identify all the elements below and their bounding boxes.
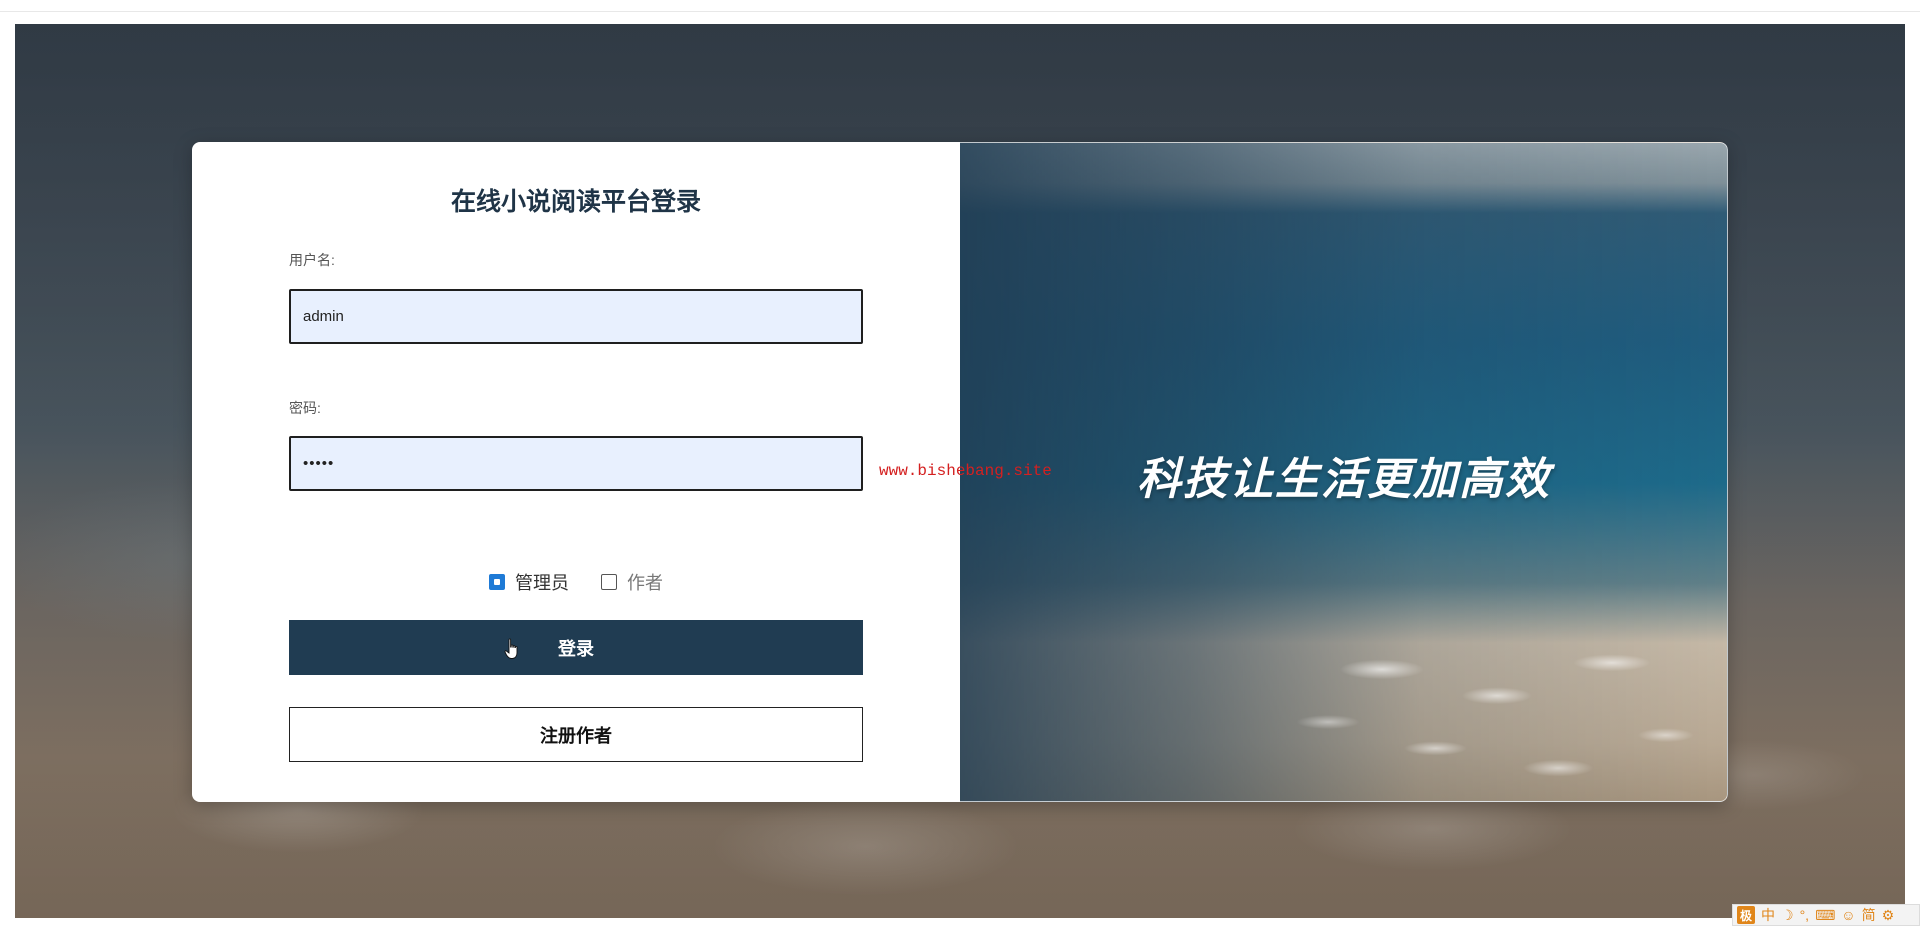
keyboard-icon[interactable]: ⌨: [1815, 907, 1835, 924]
login-panel: 在线小说阅读平台登录 用户名: 密码: 管理员 作者 登录 注册作者: [192, 142, 960, 802]
author-checkbox[interactable]: [601, 574, 617, 590]
ime-chinese-mode[interactable]: 中: [1761, 905, 1775, 925]
role-author[interactable]: 作者: [601, 569, 663, 595]
role-admin[interactable]: 管理员: [489, 569, 569, 595]
gear-icon[interactable]: ⚙: [1882, 907, 1895, 924]
emoji-icon[interactable]: ☺: [1841, 907, 1855, 923]
password-label: 密码:: [289, 400, 321, 416]
hand-cursor-icon: [504, 638, 518, 659]
admin-checkbox[interactable]: [489, 574, 505, 590]
login-button[interactable]: 登录: [289, 620, 863, 675]
watermark-text: www.bishebang.site: [879, 462, 1052, 480]
page-title: 在线小说阅读平台登录: [450, 188, 701, 216]
role-selector: 管理员 作者: [192, 567, 960, 597]
ime-toolbar: 极 中 ☽ °, ⌨ ☺ 简 ⚙: [1732, 904, 1920, 926]
password-input[interactable]: [289, 436, 863, 491]
banner-image: 科技让生活更加高效: [960, 142, 1728, 802]
ime-simplified-mode[interactable]: 简: [1862, 905, 1876, 925]
ime-logo-icon[interactable]: 极: [1737, 906, 1755, 924]
punctuation-icon[interactable]: °,: [1800, 907, 1810, 923]
username-input[interactable]: [289, 289, 863, 344]
role-author-label: 作者: [627, 573, 663, 593]
banner-slogan: 科技让生活更加高效: [1137, 455, 1551, 504]
top-border: [0, 0, 1920, 12]
role-admin-label: 管理员: [515, 573, 569, 593]
moon-icon[interactable]: ☽: [1781, 907, 1794, 924]
register-author-button[interactable]: 注册作者: [289, 707, 863, 762]
username-label: 用户名:: [289, 252, 335, 268]
